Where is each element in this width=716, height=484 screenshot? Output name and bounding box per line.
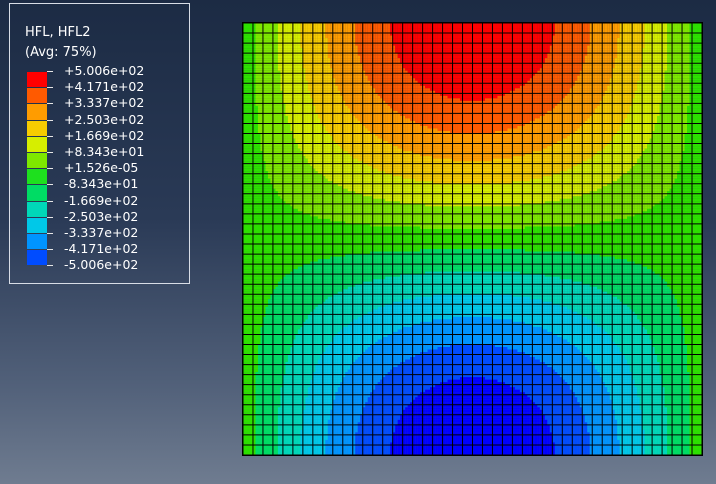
- legend-tick: [47, 233, 53, 234]
- legend-swatch: [27, 120, 47, 136]
- legend-swatch: [27, 234, 47, 250]
- legend-tick: [47, 249, 53, 251]
- legend-value: +4.171e+02: [64, 80, 144, 94]
- legend-tick: [47, 87, 53, 89]
- legend-swatch: [27, 136, 47, 152]
- legend-value: +3.337e+02: [64, 96, 144, 110]
- legend-tick: [47, 265, 53, 267]
- legend-tick: [47, 119, 53, 121]
- legend-tick: [47, 152, 53, 153]
- legend-value: -8.343e+01: [64, 177, 138, 191]
- legend-swatch: [27, 185, 47, 201]
- legend-swatch: [27, 250, 47, 266]
- legend-value: -3.337e+02: [64, 226, 138, 240]
- legend-value: -5.006e+02: [64, 258, 138, 272]
- legend-value: -2.503e+02: [64, 209, 138, 224]
- legend-value: +1.526e-05: [64, 161, 138, 175]
- legend-value: -1.669e+02: [64, 193, 138, 208]
- legend-tick: [47, 71, 53, 72]
- legend-swatch: [27, 104, 47, 120]
- legend-value: +5.006e+02: [64, 64, 144, 78]
- legend-tick: [47, 103, 53, 105]
- legend-swatch: [27, 217, 47, 233]
- legend-swatch: [27, 72, 47, 88]
- contour-plot[interactable]: [243, 23, 702, 455]
- legend-variable-label: HFL, HFL2: [25, 25, 91, 40]
- legend-value: +1.669e+02: [64, 128, 144, 143]
- legend-value: +2.503e+02: [64, 112, 144, 127]
- legend-swatch: [27, 153, 47, 169]
- legend-tick: [47, 200, 53, 202]
- legend-value: -4.171e+02: [64, 242, 138, 256]
- legend-swatch: [27, 201, 47, 217]
- contour-legend: HFL, HFL2 (Avg: 75%) +5.006e+02 +4.171e+0…: [9, 3, 190, 284]
- legend-value: +8.343e+01: [64, 145, 144, 159]
- model-viewport[interactable]: [242, 22, 703, 456]
- legend-swatch: [27, 169, 47, 185]
- legend-tick: [47, 184, 53, 186]
- legend-tick: [47, 216, 53, 218]
- legend-tick: [47, 135, 53, 137]
- legend-swatch: [27, 88, 47, 104]
- legend-tick: [47, 168, 53, 170]
- legend-averaging-label: (Avg: 75%): [25, 45, 97, 60]
